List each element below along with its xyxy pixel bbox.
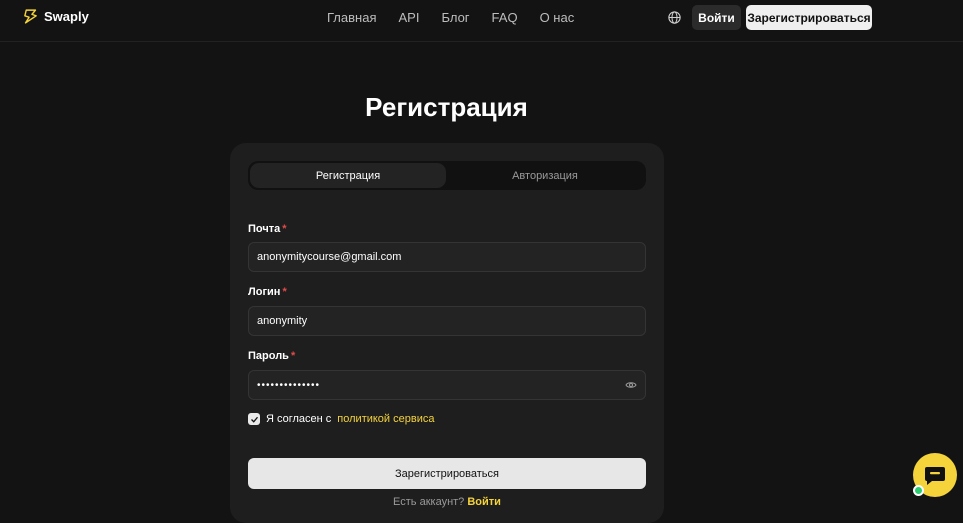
login-label: Логин * (248, 286, 287, 298)
policy-link[interactable]: политикой сервиса (337, 413, 434, 425)
header-login-button[interactable]: Войти (692, 5, 741, 30)
login-link[interactable]: Войти (467, 496, 501, 508)
swaply-logo-icon (24, 9, 37, 24)
chat-bubble-icon (925, 467, 945, 485)
have-account-text: Есть аккаунт? (393, 496, 465, 508)
password-field[interactable]: •••••••••••••• (248, 370, 646, 400)
brand-name: Swaply (44, 9, 89, 24)
tab-authorization[interactable]: Авторизация (446, 163, 644, 188)
nav-item-api[interactable]: API (398, 10, 419, 26)
login-label-text: Логин (248, 286, 281, 298)
have-account-row: Есть аккаунт? Войти (230, 496, 664, 508)
main-nav: Главная API Блог FAQ О нас (327, 10, 574, 26)
nav-item-home[interactable]: Главная (327, 10, 376, 26)
required-mark: * (290, 350, 296, 362)
check-icon (250, 416, 258, 423)
login-field[interactable]: anonymity (248, 306, 646, 336)
registration-card: Регистрация Авторизация Почта * anonymity… (230, 143, 664, 523)
header-register-button[interactable]: Зарегистрироваться (746, 5, 872, 30)
register-submit-button[interactable]: Зарегистрироваться (248, 458, 646, 489)
password-label-text: Пароль (248, 350, 289, 362)
top-header: Swaply Главная API Блог FAQ О нас Войти … (0, 0, 963, 42)
agree-text: Я согласен с (266, 413, 332, 425)
email-field[interactable]: anonymitycourse@gmail.com (248, 242, 646, 272)
online-status-dot (913, 485, 924, 496)
tab-registration[interactable]: Регистрация (250, 163, 446, 188)
brand-logo[interactable]: Swaply (22, 8, 89, 25)
eye-icon[interactable] (625, 379, 637, 391)
agree-row: Я согласен с политикой сервиса (248, 413, 434, 425)
auth-tabs: Регистрация Авторизация (248, 161, 646, 190)
globe-icon[interactable] (667, 10, 682, 25)
required-mark: * (282, 286, 287, 298)
password-label: Пароль * (248, 350, 295, 362)
email-value: anonymitycourse@gmail.com (257, 251, 402, 263)
nav-item-about[interactable]: О нас (540, 10, 575, 26)
nav-item-blog[interactable]: Блог (441, 10, 469, 26)
nav-item-faq[interactable]: FAQ (492, 10, 518, 26)
agree-checkbox[interactable] (248, 413, 260, 425)
page-title: Регистрация (365, 92, 528, 122)
required-mark: * (282, 223, 287, 235)
email-label: Почта * (248, 223, 287, 235)
email-label-text: Почта (248, 223, 281, 235)
password-value: •••••••••••••• (257, 379, 321, 391)
login-value: anonymity (257, 315, 308, 327)
